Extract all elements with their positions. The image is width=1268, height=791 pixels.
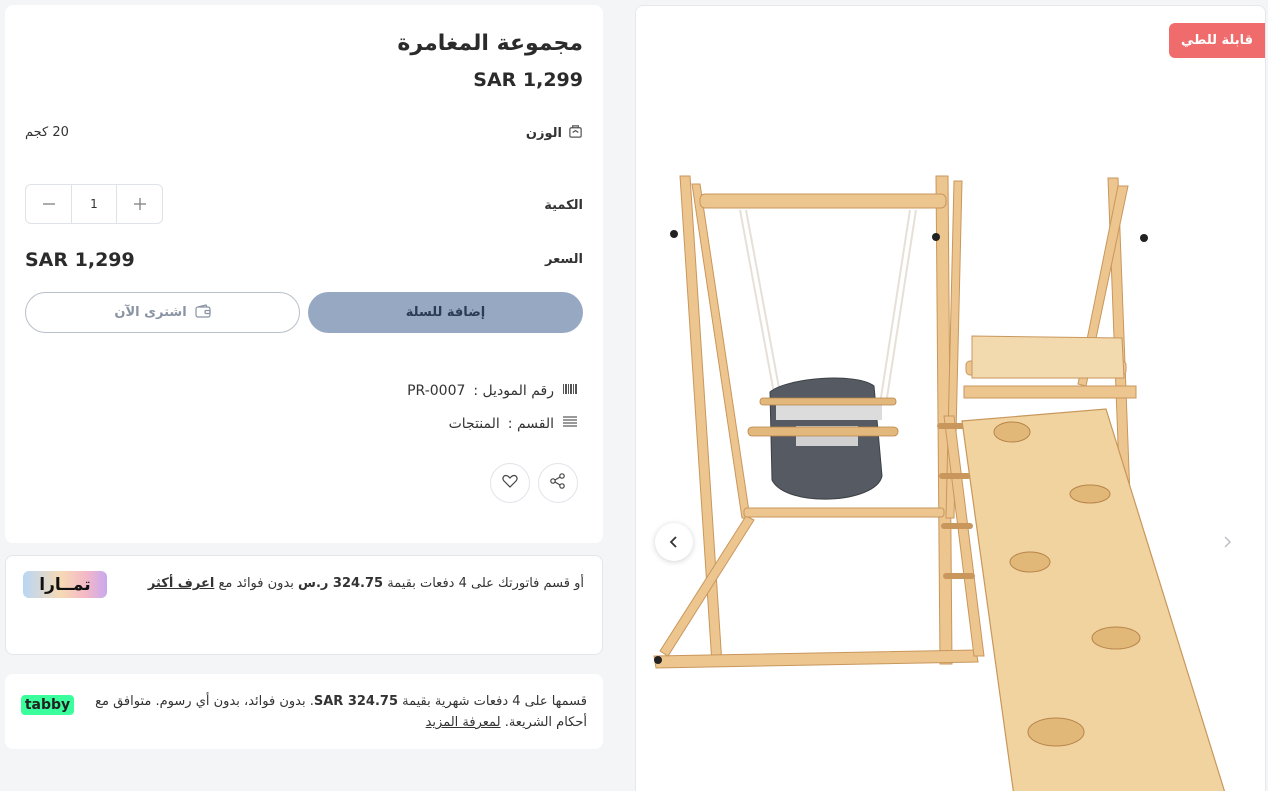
model-value: PR-0007 — [407, 383, 466, 399]
tamara-installments-card: أو قسم فاتورتك على 4 دفعات بقيمة 324.75 … — [5, 555, 603, 655]
heart-icon — [501, 472, 519, 494]
quantity-label: الكمية — [544, 198, 583, 213]
tabby-learn-more-link[interactable]: لمعرفة المزيد — [426, 715, 501, 730]
model-number-row: رقم الموديل : PR-0007 — [407, 382, 578, 400]
price-label: السعر — [545, 252, 583, 267]
decrease-quantity-button[interactable] — [26, 185, 71, 223]
weight-row-label: الوزن — [526, 124, 583, 143]
product-title: مجموعة المغامرة — [397, 31, 583, 56]
quantity-stepper[interactable]: 1 — [25, 184, 163, 224]
product-details-card: مجموعة المغامرة SAR 1,299 الوزن 20 كجم ا… — [5, 5, 603, 543]
tamara-logo: تمــارا — [23, 571, 107, 598]
buy-now-label: اشترى الآن — [114, 305, 187, 320]
barcode-icon — [562, 382, 578, 400]
category-row: القسم : المنتجات — [449, 415, 578, 433]
add-to-cart-button[interactable]: إضافة للسلة — [308, 292, 583, 333]
chevron-left-icon — [668, 533, 680, 552]
tamara-text: أو قسم فاتورتك على 4 دفعات بقيمة 324.75 … — [147, 576, 584, 591]
tabby-installments-card: قسمها على 4 دفعات شهرية بقيمة SAR 324.75… — [5, 674, 603, 749]
wallet-icon — [195, 303, 211, 322]
buy-now-button[interactable]: اشترى الآن — [25, 292, 300, 333]
list-icon — [562, 415, 578, 433]
scale-icon — [568, 124, 583, 143]
tabby-logo: tabby — [21, 695, 74, 715]
foldable-badge: قابلة للطي — [1169, 23, 1265, 58]
chevron-right-icon — [1221, 533, 1233, 552]
wishlist-button[interactable] — [490, 463, 530, 503]
share-icon — [549, 472, 567, 494]
add-to-cart-label: إضافة للسلة — [405, 305, 486, 320]
quantity-input[interactable]: 1 — [71, 185, 117, 223]
category-label: القسم : — [507, 416, 554, 432]
gallery-prev-button[interactable] — [655, 523, 693, 561]
tamara-amount: 324.75 ر.س — [298, 576, 384, 591]
tamara-learn-more-link[interactable]: اعرف أكثر — [148, 576, 214, 591]
category-value[interactable]: المنتجات — [449, 416, 500, 432]
share-button[interactable] — [538, 463, 578, 503]
price-value: SAR 1,299 — [25, 249, 135, 271]
weight-label: الوزن — [525, 126, 562, 141]
product-price-top: SAR 1,299 — [473, 69, 583, 91]
tabby-amount: SAR 324.75 — [313, 694, 398, 709]
gallery-next-button[interactable] — [1217, 532, 1237, 552]
tabby-text: قسمها على 4 دفعات شهرية بقيمة SAR 324.75… — [95, 694, 587, 730]
page: مجموعة المغامرة SAR 1,299 الوزن 20 كجم ا… — [0, 0, 1268, 791]
model-label: رقم الموديل : — [473, 383, 554, 399]
weight-value: 20 كجم — [25, 125, 69, 140]
product-gallery: قابلة للطي — [635, 5, 1266, 791]
increase-quantity-button[interactable] — [117, 185, 162, 223]
product-image — [653, 175, 1226, 791]
